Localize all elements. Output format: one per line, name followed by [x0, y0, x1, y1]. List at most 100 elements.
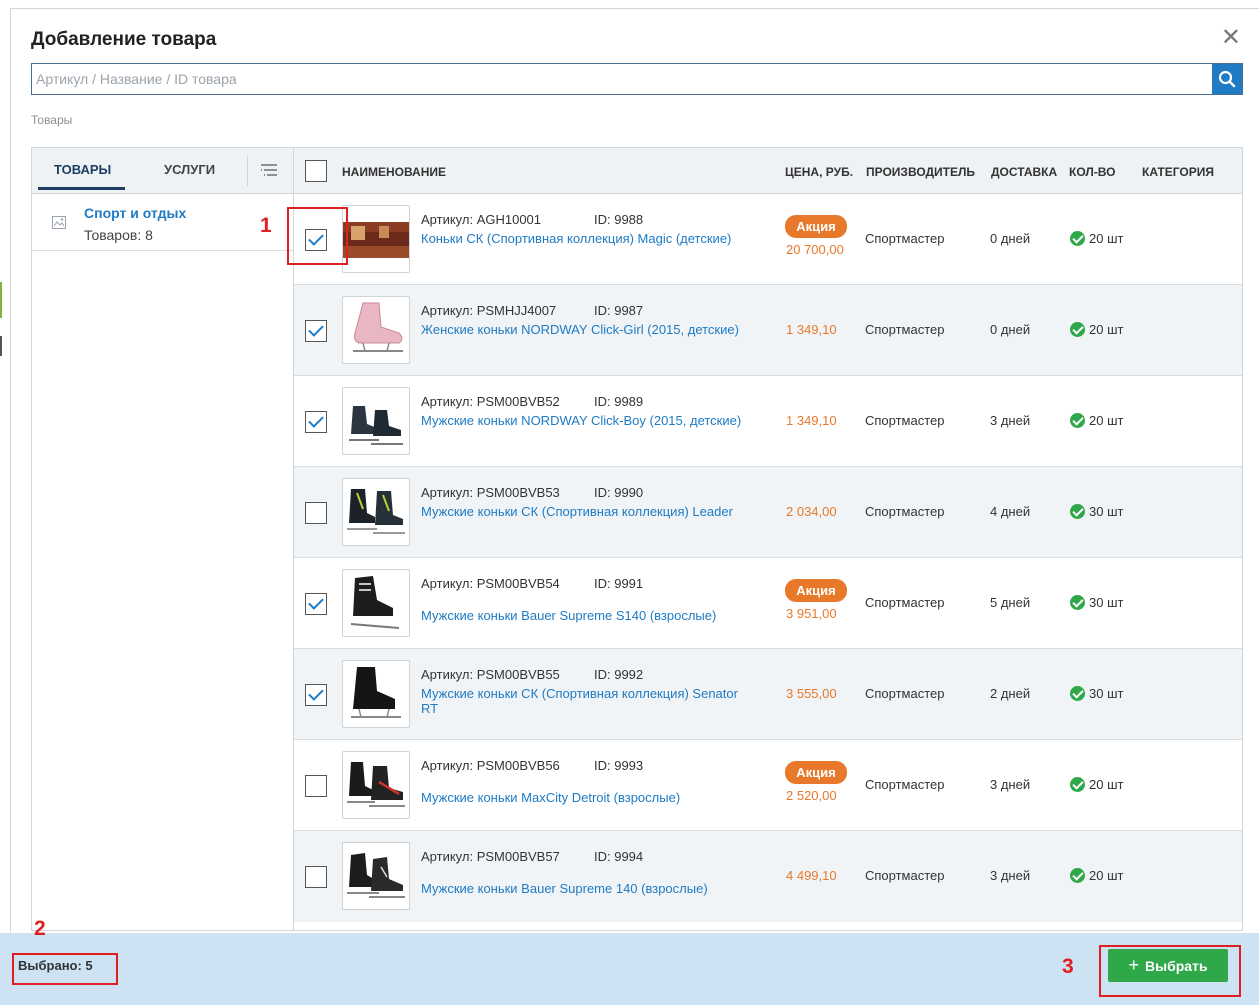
product-name-link[interactable]: Мужские коньки MaxCity Detroit (взрослые… [421, 790, 751, 805]
product-delivery: 0 дней [990, 322, 1031, 337]
product-price: 20 700,00 [786, 242, 844, 257]
product-delivery: 4 дней [990, 504, 1031, 519]
product-qty: 30 шт [1070, 504, 1123, 519]
in-stock-icon [1070, 686, 1085, 701]
table-row[interactable]: Артикул: PSM00BVB52 ID: 9989 Мужские кон… [294, 376, 1242, 467]
table-row[interactable]: Артикул: PSM00BVB56 ID: 9993 Мужские кон… [294, 740, 1242, 831]
row-checkbox[interactable] [305, 593, 327, 615]
qty-value: 20 шт [1089, 777, 1124, 792]
product-thumbnail [342, 842, 410, 910]
category-item[interactable]: Спорт и отдых Товаров: 8 [32, 194, 293, 251]
product-maker: Спортмастер [865, 686, 945, 701]
qty-value: 20 шт [1089, 322, 1124, 337]
row-checkbox[interactable] [305, 502, 327, 524]
product-name-link[interactable]: Мужские коньки Bauer Supreme S140 (взрос… [421, 608, 751, 623]
in-stock-icon [1070, 231, 1085, 246]
product-thumbnail [342, 751, 410, 819]
product-maker: Спортмастер [865, 322, 945, 337]
plus-icon: + [1128, 955, 1139, 975]
product-delivery: 0 дней [990, 231, 1031, 246]
category-name: Спорт и отдых [84, 205, 187, 221]
product-qty: 30 шт [1070, 686, 1123, 701]
product-name-link[interactable]: Мужские коньки СК (Спортивная коллекция)… [421, 686, 751, 716]
row-checkbox[interactable] [305, 411, 327, 433]
product-id: ID: 9990 [594, 485, 644, 500]
product-delivery: 3 дней [990, 868, 1031, 883]
selected-count: Выбрано: 5 [18, 958, 93, 973]
table-row[interactable]: Артикул: PSM00BVB57 ID: 9994 Мужские кон… [294, 831, 1242, 922]
product-delivery: 2 дней [990, 686, 1031, 701]
product-delivery: 3 дней [990, 413, 1031, 428]
annotation-number-3: 3 [1062, 955, 1074, 978]
product-image [347, 489, 405, 534]
product-article: Артикул: PSM00BVB56 [421, 758, 560, 773]
tab-products[interactable]: ТОВАРЫ [37, 162, 126, 190]
table-header: НАИМЕНОВАНИЕ ЦЕНА, РУБ. ПРОИЗВОДИТЕЛЬ ДО… [294, 148, 1242, 194]
edge-accent [0, 336, 2, 356]
product-price: 1 349,10 [786, 413, 837, 428]
table-row[interactable]: Артикул: AGH10001 ID: 9988 Коньки СК (Сп… [294, 194, 1242, 285]
product-name-link[interactable]: Мужские коньки NORDWAY Click-Boy (2015, … [421, 413, 751, 428]
product-maker: Спортмастер [865, 868, 945, 883]
product-article: Артикул: PSM00BVB54 [421, 576, 560, 591]
row-checkbox[interactable] [305, 684, 327, 706]
product-table: НАИМЕНОВАНИЕ ЦЕНА, РУБ. ПРОИЗВОДИТЕЛЬ ДО… [294, 148, 1242, 930]
in-stock-icon [1070, 322, 1085, 337]
product-name-link[interactable]: Мужские коньки СК (Спортивная коллекция)… [421, 504, 751, 519]
in-stock-icon [1070, 595, 1085, 610]
product-maker: Спортмастер [865, 595, 945, 610]
header-qty: КОЛ-ВО [1069, 165, 1116, 179]
table-row[interactable]: Артикул: PSM00BVB54 ID: 9991 Мужские кон… [294, 558, 1242, 649]
product-qty: 20 шт [1070, 322, 1123, 337]
dialog-title: Добавление товара [31, 29, 217, 50]
product-name-link[interactable]: Мужские коньки Bauer Supreme 140 (взросл… [421, 881, 751, 896]
image-placeholder-icon [52, 216, 66, 229]
breadcrumb[interactable]: Товары [31, 113, 72, 127]
table-row[interactable]: Артикул: PSM00BVB55 ID: 9992 Мужские кон… [294, 649, 1242, 740]
promo-badge: Акция [785, 579, 847, 602]
add-product-dialog: Добавление товара ✕ Товары ТОВАРЫ УСЛУГИ [10, 8, 1259, 1005]
row-checkbox[interactable] [305, 229, 327, 251]
select-all-checkbox[interactable] [305, 160, 327, 182]
product-delivery: 3 дней [990, 777, 1031, 792]
qty-value: 30 шт [1089, 595, 1124, 610]
product-id: ID: 9991 [594, 576, 644, 591]
row-checkbox[interactable] [305, 320, 327, 342]
product-maker: Спортмастер [865, 231, 945, 246]
qty-value: 20 шт [1089, 868, 1124, 883]
category-sidebar: ТОВАРЫ УСЛУГИ Спорт и отдых Товаров: 8 [32, 148, 294, 930]
promo-badge: Акция [785, 761, 847, 784]
category-count: Товаров: 8 [84, 227, 153, 243]
in-stock-icon [1070, 504, 1085, 519]
product-name-link[interactable]: Женские коньки NORDWAY Click-Girl (2015,… [421, 322, 751, 337]
product-id: ID: 9989 [594, 394, 644, 409]
product-article: Артикул: PSM00BVB55 [421, 667, 560, 682]
product-delivery: 5 дней [990, 595, 1031, 610]
in-stock-icon [1070, 413, 1085, 428]
product-thumbnail [342, 478, 410, 546]
row-checkbox[interactable] [305, 866, 327, 888]
product-price: 4 499,10 [786, 868, 837, 883]
product-image [343, 222, 409, 258]
product-article: Артикул: PSMHJJ4007 [421, 303, 557, 318]
header-maker: ПРОИЗВОДИТЕЛЬ [866, 165, 976, 179]
close-icon[interactable]: ✕ [1221, 23, 1241, 53]
row-checkbox[interactable] [305, 775, 327, 797]
table-row[interactable]: Артикул: PSMHJJ4007 ID: 9987 Женские кон… [294, 285, 1242, 376]
search-input[interactable] [32, 64, 1212, 94]
search-button[interactable] [1212, 64, 1242, 94]
qty-value: 20 шт [1089, 413, 1124, 428]
product-thumbnail [342, 296, 410, 364]
choose-button[interactable]: + Выбрать [1108, 949, 1228, 982]
table-row[interactable]: Артикул: PSM00BVB53 ID: 9990 Мужские кон… [294, 467, 1242, 558]
qty-value: 20 шт [1089, 231, 1124, 246]
filter-icon[interactable] [258, 161, 280, 181]
search-icon [1218, 70, 1236, 88]
product-id: ID: 9993 [594, 758, 644, 773]
product-thumbnail [342, 660, 410, 728]
product-article: Артикул: PSM00BVB53 [421, 485, 560, 500]
product-name-link[interactable]: Коньки СК (Спортивная коллекция) Magic (… [421, 231, 751, 246]
product-id: ID: 9992 [594, 667, 644, 682]
product-maker: Спортмастер [865, 413, 945, 428]
tab-services[interactable]: УСЛУГИ [164, 162, 215, 177]
